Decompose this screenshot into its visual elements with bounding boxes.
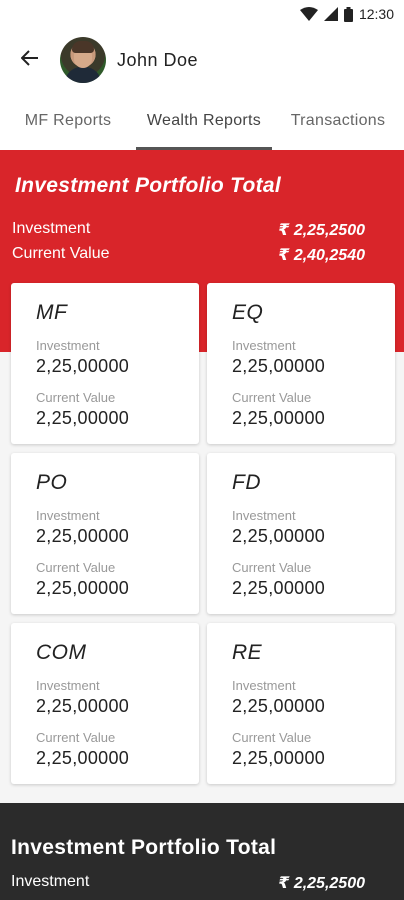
app-bar: John Doe	[0, 28, 404, 92]
asset-card-eq[interactable]: EQ Investment 2,25,00000 Current Value 2…	[207, 283, 395, 444]
current-value-label: Current Value	[36, 560, 116, 575]
current-value-label: Current Value	[232, 560, 312, 575]
asset-card-mf[interactable]: MF Investment 2,25,00000 Current Value 2…	[11, 283, 199, 444]
asset-card-po[interactable]: PO Investment 2,25,00000 Current Value 2…	[11, 453, 199, 614]
status-time: 12:30	[358, 6, 394, 22]
back-button[interactable]	[2, 28, 58, 92]
cellular-signal-icon	[323, 7, 338, 21]
battery-icon	[343, 6, 353, 22]
investment-value: 2,25,00000	[232, 526, 326, 546]
asset-code: RE	[232, 641, 263, 664]
asset-card-grid: MF Investment 2,25,00000 Current Value 2…	[11, 283, 395, 784]
asset-code: COM	[36, 641, 87, 664]
current-value: 2,25,00000	[36, 748, 130, 768]
asset-card-fd[interactable]: FD Investment 2,25,00000 Current Value 2…	[207, 453, 395, 614]
wifi-icon	[299, 7, 318, 21]
portfolio-current-value: ₹ 2,40,2540	[278, 247, 365, 264]
current-value: 2,25,00000	[232, 408, 326, 428]
investment-value: 2,25,00000	[36, 696, 130, 716]
current-value-label: Current Value	[36, 390, 116, 405]
tab-wealth-reports[interactable]: Wealth Reports	[136, 92, 272, 150]
asset-code: FD	[232, 471, 261, 494]
current-value: 2,25,00000	[36, 578, 130, 598]
portfolio-current-row: Current Value ₹ 2,40,2540	[12, 245, 365, 265]
user-name: John Doe	[117, 49, 199, 70]
tab-transactions[interactable]: Transactions	[272, 92, 404, 150]
report-tabs: MF Reports Wealth Reports Transactions	[0, 92, 404, 150]
asset-code: EQ	[232, 301, 264, 324]
investment-label: Investment	[36, 678, 100, 693]
current-value-label: Current Value	[232, 390, 312, 405]
footer-title: Investment Portfolio Total	[11, 836, 277, 859]
avatar[interactable]	[60, 37, 106, 83]
investment-label: Investment	[36, 338, 100, 353]
current-value-label: Current Value	[36, 730, 116, 745]
portfolio-investment-value: ₹ 2,25,2500	[278, 222, 365, 239]
tab-mf-reports[interactable]: MF Reports	[0, 92, 136, 150]
footer-investment-row: Investment ₹ 2,25,2500	[11, 873, 365, 893]
investment-label: Investment	[232, 508, 296, 523]
portfolio-investment-row: Investment ₹ 2,25,2500	[12, 220, 365, 240]
asset-card-com[interactable]: COM Investment 2,25,00000 Current Value …	[11, 623, 199, 784]
investment-value: 2,25,00000	[36, 356, 130, 376]
back-arrow-icon	[20, 49, 39, 71]
footer-summary: Investment Portfolio Total Investment ₹ …	[0, 803, 404, 900]
asset-code: PO	[36, 471, 68, 494]
portfolio-investment-label: Investment	[12, 220, 91, 237]
investment-value: 2,25,00000	[232, 356, 326, 376]
footer-investment-label: Investment	[11, 873, 90, 890]
footer-investment-value: ₹ 2,25,2500	[278, 875, 365, 892]
current-value: 2,25,00000	[232, 578, 326, 598]
investment-label: Investment	[232, 338, 296, 353]
investment-value: 2,25,00000	[232, 696, 326, 716]
asset-card-re[interactable]: RE Investment 2,25,00000 Current Value 2…	[207, 623, 395, 784]
current-value-label: Current Value	[232, 730, 312, 745]
investment-value: 2,25,00000	[36, 526, 130, 546]
current-value: 2,25,00000	[36, 408, 130, 428]
asset-code: MF	[36, 301, 68, 324]
investment-label: Investment	[36, 508, 100, 523]
portfolio-title: Investment Portfolio Total	[15, 174, 282, 197]
investment-label: Investment	[232, 678, 296, 693]
current-value: 2,25,00000	[232, 748, 326, 768]
status-bar: 12:30	[0, 0, 404, 28]
portfolio-current-label: Current Value	[12, 245, 110, 262]
